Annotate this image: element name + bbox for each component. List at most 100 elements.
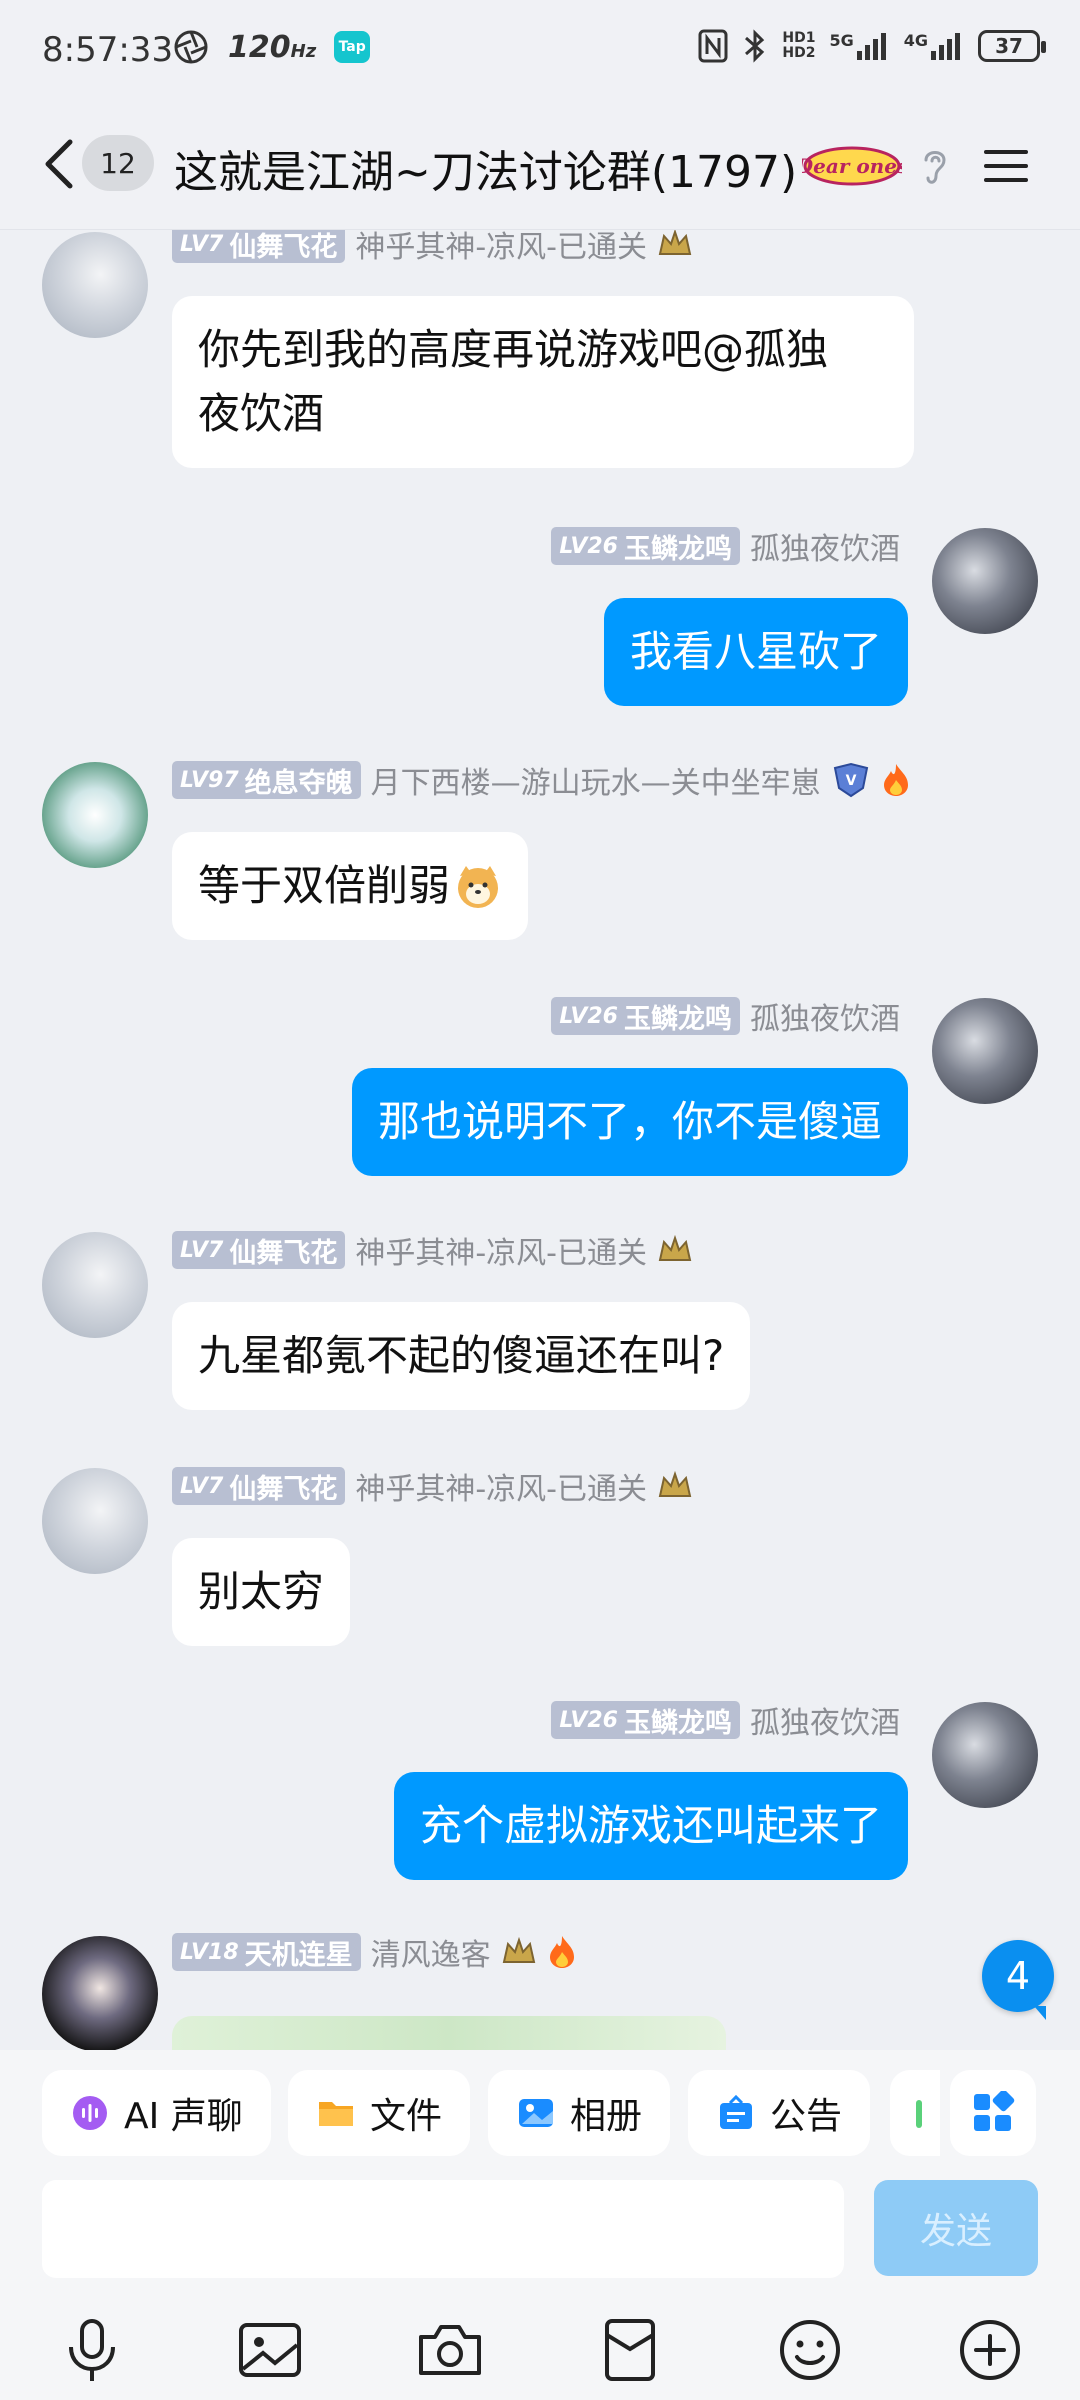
level-label: LV26 (559, 1003, 618, 1029)
message-meta: LV97 绝息夺魄 月下西楼—游山玩水—关中坐牢崽 V (172, 760, 911, 801)
quick-action-bar[interactable]: AI 声聊 文件 相册 公告 (0, 2070, 1080, 2160)
level-label: LV7 (180, 1473, 224, 1499)
avatar[interactable] (42, 1936, 158, 2050)
level-tag: LV26 玉鳞龙鸣 (551, 1701, 740, 1739)
message-bubble[interactable]: 你先到我的高度再说游戏吧@孤独 夜饮酒 (172, 296, 914, 468)
group-nickname: 孤独夜饮酒 (750, 532, 900, 567)
send-button[interactable]: 发送 (874, 2180, 1038, 2276)
chip-edge-icon (916, 2100, 922, 2128)
message-input[interactable] (42, 2180, 844, 2278)
sender-name: 玉鳞龙鸣 (624, 1707, 732, 1739)
file-button[interactable]: 文件 (288, 2070, 471, 2156)
avatar[interactable] (932, 528, 1038, 634)
signal-5g: 5G (829, 31, 889, 61)
sender-name: 仙舞飞花 (229, 1237, 338, 1269)
avatar[interactable] (932, 998, 1038, 1104)
chat-header: 12 这就是江湖~刀法讨论群(1797) Dear ones (0, 100, 1080, 230)
input-row: 发送 (0, 2180, 1080, 2280)
level-tag: LV97 绝息夺魄 (172, 761, 361, 799)
back-arrow-icon[interactable] (34, 134, 84, 194)
message-text: 等于双倍削弱 (198, 861, 451, 910)
signal-4g: 4G (904, 31, 964, 61)
announcement-button[interactable]: 公告 (688, 2070, 871, 2156)
image-button[interactable] (232, 2312, 308, 2388)
group-nickname: 清风逸客 (370, 1938, 491, 1973)
camera-button[interactable] (412, 2312, 488, 2388)
red-packet-icon (605, 2319, 655, 2381)
message-bubble[interactable]: 别太穷 (172, 1538, 351, 1646)
level-tag: LV18 天机连星 (172, 1933, 361, 1971)
signal-bars-icon (931, 33, 960, 60)
avatar[interactable] (42, 762, 148, 868)
emoji-button[interactable] (772, 2312, 848, 2388)
group-nickname: 神乎其神-凉风-已通关 (355, 1472, 647, 1507)
network-4g-label: 4G (903, 31, 928, 50)
taptap-icon: Tap (334, 31, 371, 63)
group-nickname: 神乎其神-凉风-已通关 (355, 230, 647, 265)
ai-voice-chat-button[interactable]: AI 声聊 (42, 2070, 271, 2156)
plus-icon (960, 2320, 1020, 2380)
album-icon (519, 2099, 553, 2127)
sender-name: 仙舞飞花 (229, 1473, 338, 1505)
vip-badge-icon: V (833, 762, 868, 798)
network-5g-label: 5G (829, 31, 854, 50)
refresh-rate-unit: Hz (290, 40, 317, 62)
ai-voice-icon (73, 2096, 107, 2130)
message-bubble[interactable]: 那也说明不了，你不是傻逼 (351, 1068, 908, 1176)
chip-label: AI 声聊 (124, 2096, 243, 2137)
bottom-panel: AI 声聊 文件 相册 公告 发送 (0, 2050, 1080, 2400)
message-bubble[interactable]: 充个虚拟游戏还叫起来了 (393, 1772, 908, 1880)
chip-label: 公告 (770, 2096, 843, 2137)
emoji-icon (780, 2320, 840, 2380)
message-meta: LV7 仙舞飞花 神乎其神-凉风-已通关 (172, 1230, 693, 1271)
message-list[interactable]: LV7 仙舞飞花 神乎其神-凉风-已通关 你先到我的高度再说游戏吧@孤独 夜饮酒 … (0, 230, 1080, 2050)
camera-icon (419, 2325, 481, 2375)
svg-text:V: V (845, 773, 856, 789)
avatar[interactable] (932, 1702, 1038, 1808)
level-tag: LV26 玉鳞龙鸣 (551, 997, 740, 1035)
message-bubble[interactable]: 我看八星砍了 (603, 598, 908, 706)
fire-icon (883, 764, 908, 796)
crown-badge-icon (658, 1234, 692, 1261)
announcement-icon (720, 2094, 752, 2129)
sender-name: 绝息夺魄 (244, 767, 353, 799)
message-bubble[interactable]: 等于双倍削弱 (172, 832, 529, 940)
group-nickname: 月下西楼—游山玩水—关中坐牢崽 (370, 766, 821, 801)
sender-name: 玉鳞龙鸣 (624, 533, 732, 565)
message-bubble[interactable]: 九星都氪不起的傻逼还在叫? (172, 1302, 751, 1410)
hd1-label: HD1 (782, 30, 816, 46)
avatar[interactable] (42, 1468, 148, 1574)
voice-button[interactable] (54, 2312, 130, 2388)
crown-badge-icon (502, 1936, 535, 1963)
album-button[interactable]: 相册 (488, 2070, 671, 2156)
more-actions-chip[interactable] (890, 2070, 940, 2156)
unread-count-badge[interactable]: 12 (82, 135, 154, 191)
hd-indicator: HD1 HD2 (782, 31, 815, 61)
ear-icon[interactable] (918, 144, 952, 188)
signal-bars-icon (856, 33, 886, 60)
nfc-icon (698, 29, 728, 63)
sender-name: 仙舞飞花 (229, 231, 338, 263)
doge-emoji-icon (458, 866, 499, 908)
message-text-line: 夜饮酒 (198, 389, 325, 438)
sender-name: 天机连星 (244, 1939, 353, 1971)
status-bar: 8:57:33 120Hz Tap HD1 HD2 5G 4G 37 (0, 0, 1080, 100)
status-right-icons: HD1 HD2 5G 4G 37 (698, 28, 1046, 64)
plus-button[interactable] (952, 2312, 1028, 2388)
new-messages-badge[interactable]: 4 (982, 1940, 1054, 2020)
avatar[interactable] (42, 232, 148, 338)
menu-icon[interactable] (982, 146, 1030, 186)
red-packet-button[interactable] (592, 2312, 668, 2388)
group-title[interactable]: 这就是江湖~刀法讨论群(1797) (174, 136, 797, 200)
crown-badge-icon (658, 230, 692, 255)
chip-label: 相册 (570, 2096, 643, 2137)
level-label: LV7 (180, 1237, 224, 1263)
hd2-label: HD2 (782, 45, 816, 61)
app-grid-button[interactable] (950, 2070, 1036, 2156)
message-meta: LV26 玉鳞龙鸣 孤独夜饮酒 (551, 1700, 900, 1741)
decorated-bubble-edge[interactable] (172, 2016, 726, 2050)
group-honor-badge-icon[interactable]: Dear ones (802, 144, 902, 188)
level-tag: LV7 仙舞飞花 (172, 1467, 346, 1505)
avatar[interactable] (42, 1232, 148, 1338)
level-label: LV97 (180, 767, 239, 793)
